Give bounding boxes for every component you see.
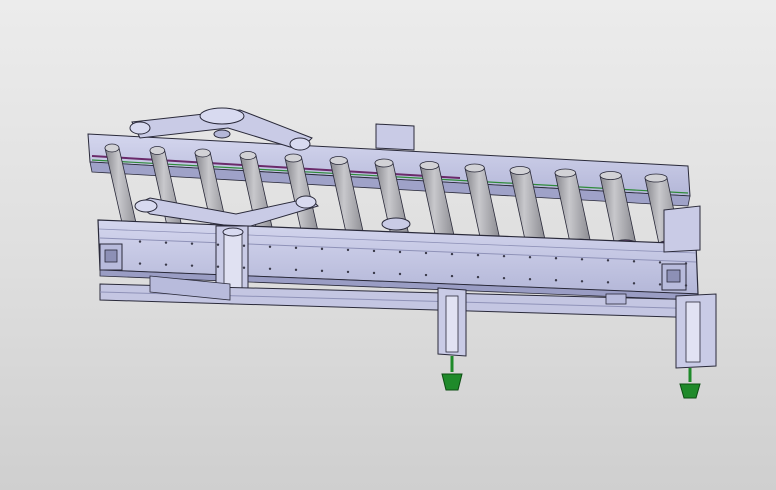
bolt-hole <box>346 270 350 274</box>
bolt-hole <box>450 252 454 256</box>
bolt-hole <box>164 241 168 244</box>
bolt-hole <box>164 263 168 266</box>
bolt-hole <box>424 251 428 255</box>
bolt-hole <box>268 245 272 248</box>
bolt-hole <box>632 260 636 263</box>
bolt-hole <box>242 266 246 269</box>
bolt-hole <box>554 279 558 282</box>
support-leg <box>675 293 717 399</box>
bolt-hole <box>190 264 194 267</box>
bolt-hole <box>502 276 506 280</box>
cad-viewport[interactable] <box>0 0 776 490</box>
bolt-hole <box>216 243 220 246</box>
bolt-hole <box>346 248 350 252</box>
bolt-hole <box>398 272 402 276</box>
bolt-hole <box>294 268 298 272</box>
bolt-hole <box>658 261 662 264</box>
bolt-hole <box>476 253 480 257</box>
bolt-hole <box>320 247 324 251</box>
top-mount-block <box>375 123 415 151</box>
bolt-hole <box>528 278 532 281</box>
bolt-hole <box>138 240 142 243</box>
bolt-hole <box>242 244 246 247</box>
bolt-hole <box>398 250 402 254</box>
bolt-hole <box>372 271 376 275</box>
bolt-hole <box>268 267 272 270</box>
bolt-hole <box>658 283 662 286</box>
bolt-hole <box>606 259 610 262</box>
bolt-hole <box>216 265 220 268</box>
bolt-hole <box>450 274 454 278</box>
bolt-hole <box>320 269 324 273</box>
bolt-hole <box>554 257 558 260</box>
bolt-hole <box>684 262 688 265</box>
support-leg <box>437 287 467 391</box>
bolt-hole <box>372 249 376 253</box>
bolt-hole <box>580 280 584 283</box>
right-side-bracket <box>663 205 701 253</box>
bolt-hole <box>190 242 194 245</box>
conveyor-model[interactable] <box>0 0 776 490</box>
right-end-plate <box>661 263 687 291</box>
bolt-hole <box>294 246 298 250</box>
bolt-hole <box>424 273 428 277</box>
bolt-hole <box>580 258 584 261</box>
bolt-hole <box>632 282 636 285</box>
bolt-hole <box>138 262 142 265</box>
bolt-hole <box>476 275 480 279</box>
left-end-plate <box>99 243 123 271</box>
bolt-hole <box>606 281 610 284</box>
bolt-hole <box>684 284 688 287</box>
bolt-hole <box>528 256 532 259</box>
bolt-hole <box>502 254 506 258</box>
